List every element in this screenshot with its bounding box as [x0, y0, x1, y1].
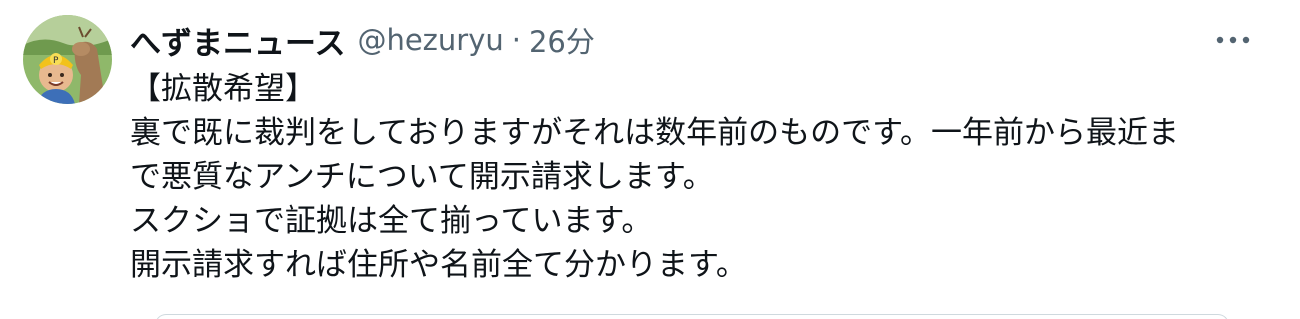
- author-display-name[interactable]: へずまニュース: [130, 18, 345, 63]
- more-horizontal-icon: [1216, 36, 1250, 44]
- author-handle[interactable]: @hezuryu: [357, 23, 503, 57]
- tweet-text-line: 開示請求すれば住所や名前全て分かります。: [130, 247, 747, 283]
- embedded-card[interactable]: [155, 314, 1229, 319]
- svg-text:P: P: [53, 56, 59, 66]
- tweet-text-line: スクショで証拠は全て揃っています。: [130, 203, 653, 239]
- tweet-text-line: 【拡散希望】: [130, 71, 316, 107]
- tweet-text-line: 裏で既に裁判をしておりますがそれは数年前のものです。一年前から最近ま: [130, 115, 1180, 151]
- tweet[interactable]: P へずまニュース @hezuryu · 26分 【拡散希望】 裏で既に裁判をし…: [0, 0, 1300, 319]
- separator-dot: ·: [511, 23, 521, 57]
- more-options-button[interactable]: [1208, 20, 1258, 60]
- tweet-header: へずまニュース @hezuryu · 26分: [130, 18, 595, 62]
- tweet-text-line: で悪質なアンチについて開示請求します。: [130, 159, 714, 195]
- tweet-text: 【拡散希望】 裏で既に裁判をしておりますがそれは数年前のものです。一年前から最近…: [130, 67, 1270, 287]
- tweet-timestamp[interactable]: 26分: [529, 19, 595, 61]
- avatar-photo-icon: P: [23, 15, 112, 104]
- avatar[interactable]: P: [23, 15, 112, 104]
